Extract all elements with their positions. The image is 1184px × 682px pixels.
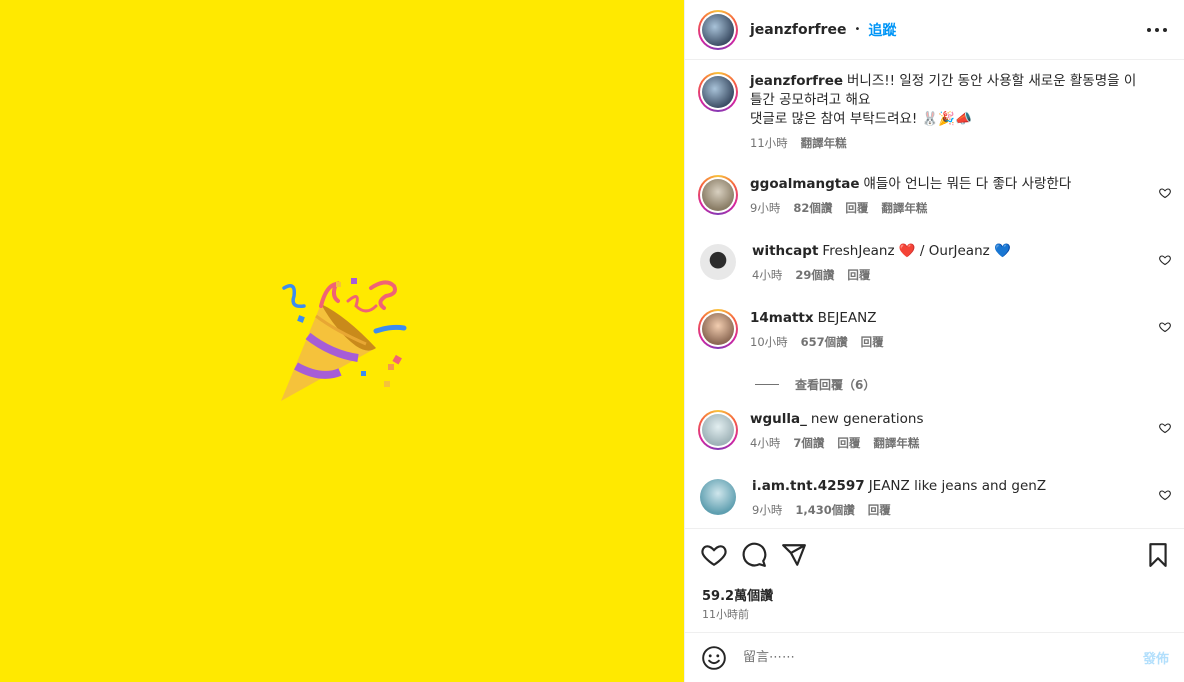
comment-reply-button[interactable]: 回覆 [868,501,891,520]
comment-text: JEANZ like jeans and genZ [868,478,1047,494]
comment-avatar[interactable] [700,479,736,515]
comment-time[interactable]: 4小時 [750,434,780,453]
comment-avatar[interactable] [698,175,738,215]
comment-reply-button[interactable]: 回覆 [845,199,868,218]
comment-avatar[interactable] [700,244,736,280]
view-replies-divider [755,384,779,385]
comment-item: withcapt FreshJeanz ❤️ / OurJeanz 💙 4小時 2… [698,242,1173,285]
follow-button[interactable]: 追蹤 [868,20,896,40]
comment-text: BEJEANZ [817,310,877,326]
comment-avatar[interactable] [698,309,738,349]
header-separator: • [854,24,861,35]
comment-text: new generations [810,411,924,427]
like-comment-heart-icon[interactable] [1159,321,1171,333]
caption-text-line3: 댓글로 많은 참여 부탁드려요! 🐰🎉📣 [750,111,973,127]
comment-reply-button[interactable]: 回覆 [861,333,884,352]
comment-avatar[interactable] [698,410,738,450]
comment-likes[interactable]: 1,430個讚 [795,501,854,520]
post-comment-button[interactable]: 發佈 [1143,648,1169,667]
post-actions: 59.2萬個讚 11小時前 [685,528,1184,632]
caption-avatar[interactable] [698,72,738,112]
share-send-icon[interactable] [781,542,807,568]
emoji-picker-icon[interactable] [701,645,727,671]
caption-body: jeanzforfree 버니즈!! 일정 기간 동안 사용할 새로운 활동명을 … [750,72,1140,129]
comment-username[interactable]: ggoalmangtae [750,176,860,192]
comment-time[interactable]: 9小時 [752,501,782,520]
comment-likes[interactable]: 82個讚 [793,199,832,218]
comment-time[interactable]: 4小時 [752,266,782,285]
caption: jeanzforfree 버니즈!! 일정 기간 동안 사용할 새로운 활동명을 … [698,72,1173,153]
post-like-count[interactable]: 59.2萬個讚 [702,585,773,604]
comment-text: 얘들아 언니는 뭐든 다 좋다 사랑한다 [863,176,1072,192]
post-header: jeanzforfree • 追蹤 [685,0,1184,60]
comment-reply-button[interactable]: 回覆 [847,266,870,285]
comment-text: FreshJeanz ❤️ / OurJeanz 💙 [822,243,1011,259]
like-comment-heart-icon[interactable] [1159,422,1171,434]
comment-translate-link[interactable]: 翻譯年糕 [873,434,919,453]
comment-input[interactable] [743,650,1103,665]
comment-bubble-icon[interactable] [741,542,767,568]
caption-text-line1: 버니즈!! 일정 기간 동안 사용할 새로운 활동명을 이 [847,73,1137,89]
comment-likes[interactable]: 7個讚 [793,434,824,453]
view-replies-label: 查看回覆（6） [795,378,876,392]
comments-list[interactable]: jeanzforfree 버니즈!! 일정 기간 동안 사용할 새로운 활동명을 … [685,60,1184,528]
comment-time[interactable]: 10小時 [750,333,788,352]
comment-likes[interactable]: 29個讚 [795,266,834,285]
comment-item: ggoalmangtae 얘들아 언니는 뭐든 다 좋다 사랑한다 9小時 82個… [698,175,1173,218]
post-media[interactable] [0,0,684,682]
comment-item: 14mattx BEJEANZ 10小時 657個讚 回覆 [698,309,1173,352]
like-heart-icon[interactable] [701,542,727,568]
save-bookmark-icon[interactable] [1145,542,1171,568]
author-username[interactable]: jeanzforfree [750,22,846,38]
comment-translate-link[interactable]: 翻譯年糕 [881,199,927,218]
comment-item: i.am.tnt.42597 JEANZ like jeans and genZ … [698,477,1173,520]
comment-username[interactable]: 14mattx [750,310,814,326]
party-popper-icon [281,278,407,401]
caption-username[interactable]: jeanzforfree [750,73,843,89]
author-avatar[interactable] [698,9,738,50]
caption-time[interactable]: 11小時 [750,134,788,153]
post-timestamp[interactable]: 11小時前 [702,606,749,622]
like-comment-heart-icon[interactable] [1159,489,1171,501]
post-panel: jeanzforfree • 追蹤 jeanzforfree 버니즈!! 일정 기… [684,0,1184,682]
comment-item: wgulla_ new generations 4小時 7個讚 回覆 翻譯年糕 [698,410,1173,453]
comment-username[interactable]: withcapt [752,243,818,259]
comment-username[interactable]: i.am.tnt.42597 [752,478,865,494]
like-comment-heart-icon[interactable] [1159,254,1171,266]
like-comment-heart-icon[interactable] [1159,187,1171,199]
comment-time[interactable]: 9小時 [750,199,780,218]
post-viewer: jeanzforfree • 追蹤 jeanzforfree 버니즈!! 일정 기… [0,0,1184,682]
comment-reply-button[interactable]: 回覆 [837,434,860,453]
comment-composer: 發佈 [685,632,1184,682]
view-replies-button[interactable]: 查看回覆（6） [755,376,875,393]
comment-username[interactable]: wgulla_ [750,411,807,427]
comment-likes[interactable]: 657個讚 [801,333,848,352]
more-options-icon[interactable] [1147,20,1167,40]
caption-text-line2: 틀간 공모하려고 해요 [750,92,871,108]
caption-translate-link[interactable]: 翻譯年糕 [801,134,847,153]
